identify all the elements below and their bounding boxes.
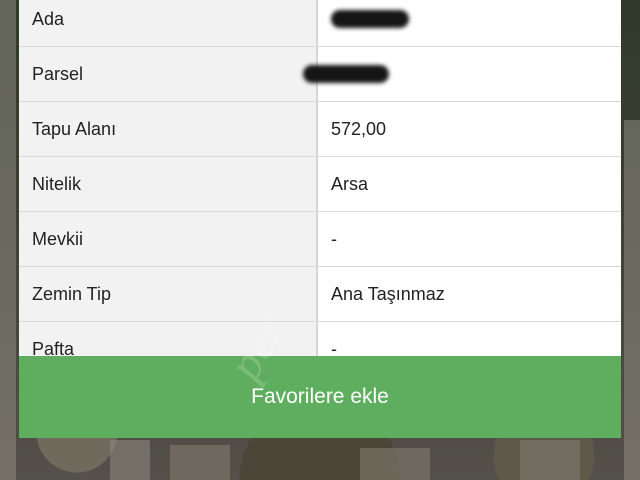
redaction-mark: [303, 65, 389, 83]
map-road: [110, 440, 150, 480]
table-row: Zemin Tip Ana Taşınmaz: [19, 267, 621, 322]
redaction-mark: [331, 10, 409, 28]
table-row: Tapu Alanı 572,00: [19, 102, 621, 157]
row-value-redacted: [318, 0, 621, 46]
table-row: Ada: [19, 0, 621, 47]
table-row: Mevkii -: [19, 212, 621, 267]
map-building: [170, 445, 230, 480]
add-to-favorites-button[interactable]: Favorilere ekle: [19, 356, 621, 438]
map-building: [360, 448, 430, 480]
table-row: Parsel: [19, 47, 621, 102]
map-road: [0, 0, 16, 480]
map-road: [624, 120, 640, 480]
row-label: Ada: [19, 0, 318, 46]
row-label: Parsel: [19, 47, 318, 101]
map-building: [520, 440, 580, 480]
row-label: Tapu Alanı: [19, 102, 318, 156]
row-value: Arsa: [318, 157, 621, 211]
table-row: Nitelik Arsa: [19, 157, 621, 212]
row-label: Mevkii: [19, 212, 318, 266]
row-value: -: [318, 212, 621, 266]
row-value: 572,00: [318, 102, 621, 156]
row-label: Nitelik: [19, 157, 318, 211]
row-label: Zemin Tip: [19, 267, 318, 321]
row-value-redacted: [303, 47, 621, 101]
parcel-details-card: Ada Parsel Tapu Alanı 572,00 Nitelik Ars…: [19, 0, 621, 376]
row-value: Ana Taşınmaz: [318, 267, 621, 321]
